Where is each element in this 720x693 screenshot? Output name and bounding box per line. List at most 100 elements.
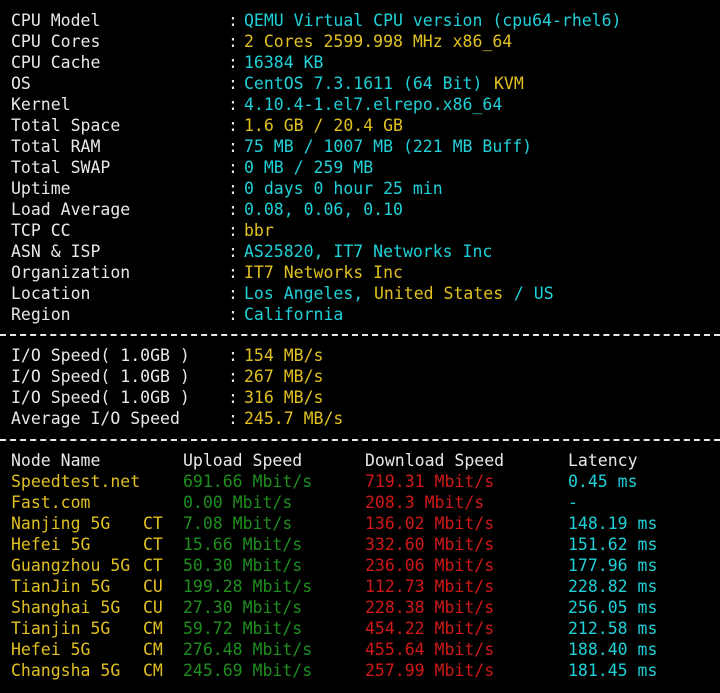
info-value: 75 MB / 1007 MB (221 MB Buff) [244, 137, 533, 156]
info-value: 4.10.4-1.el7.elrepo.x86_64 [244, 95, 503, 114]
info-value: 16384 KB [244, 53, 324, 72]
colon-separator: : [228, 11, 238, 30]
colon-separator: : [228, 74, 238, 93]
info-label: Total RAM [11, 137, 101, 156]
io-speed-row: I/O Speed( 1.0GB ):316 MB/s [0, 387, 720, 408]
colon-separator: : [228, 53, 238, 72]
io-value: 267 MB/s [244, 367, 324, 386]
info-value: bbr [244, 221, 274, 240]
latency-value: 212.58 ms [568, 619, 658, 638]
colon-separator: : [228, 346, 238, 365]
latency-header: Latency [568, 451, 638, 470]
io-label: I/O Speed( 1.0GB ) [11, 388, 190, 407]
info-label: CPU Cores [11, 32, 101, 51]
colon-separator: : [228, 137, 238, 156]
download-speed-header: Download Speed [365, 451, 505, 470]
speedtest-header-row: Node Name Upload Speed Download Speed La… [0, 450, 720, 471]
speedtest-row: Shanghai 5G CU 27.30 Mbit/s 228.38 Mbit/s 25… [0, 597, 720, 618]
info-row: Kernel:4.10.4-1.el7.elrepo.x86_64 [0, 94, 720, 115]
upload-speed-header: Upload Speed [183, 451, 303, 470]
upload-speed: 276.48 Mbit/s [183, 640, 313, 659]
io-label: Average I/O Speed [11, 409, 180, 428]
info-value: 0.08, 0.06, 0.10 [244, 200, 403, 219]
info-row: CPU Cache:16384 KB [0, 52, 720, 73]
speedtest-row: Hefei 5G CT 15.66 Mbit/s 332.60 Mbit/s 151.6… [0, 534, 720, 555]
info-label: Location [11, 284, 91, 303]
io-speed-row: I/O Speed( 1.0GB ):154 MB/s [0, 345, 720, 366]
colon-separator: : [228, 158, 238, 177]
info-label: ASN & ISP [11, 242, 101, 261]
isp-tag: CM [143, 619, 163, 638]
info-row: Region: California [0, 304, 720, 325]
download-speed: 236.06 Mbit/s [365, 556, 495, 575]
latency-value: 177.96 ms [568, 556, 658, 575]
info-value: / US [504, 284, 554, 303]
upload-speed: 245.69 Mbit/s [183, 661, 313, 680]
node-name: Hefei 5G [11, 535, 91, 554]
node-name: Changsha 5G [11, 661, 121, 680]
info-value: 1.6 GB / 20.4 GB [244, 116, 403, 135]
isp-tag: CU [143, 598, 163, 617]
info-label: Total Space [11, 116, 121, 135]
dashed-separator [0, 439, 720, 441]
latency-value: 228.82 ms [568, 577, 658, 596]
colon-separator: : [228, 116, 238, 135]
info-row: Location: Los Angeles, United States / US [0, 283, 720, 304]
colon-separator: : [228, 305, 238, 324]
speedtest-row: TianJin 5G CU 199.28 Mbit/s 112.73 Mbit/s 22… [0, 576, 720, 597]
io-label: I/O Speed( 1.0GB ) [11, 367, 190, 386]
colon-separator: : [228, 179, 238, 198]
node-name: Hefei 5G [11, 640, 91, 659]
colon-separator: : [228, 95, 238, 114]
download-speed: 228.38 Mbit/s [365, 598, 495, 617]
isp-tag: CT [143, 535, 163, 554]
io-value: 245.7 MB/s [244, 409, 344, 428]
info-value: Los Angeles, [244, 284, 374, 303]
info-row: Uptime:0 days 0 hour 25 min [0, 178, 720, 199]
node-name: TianJin 5G [11, 577, 111, 596]
speedtest-row: Hefei 5G CM 276.48 Mbit/s 455.64 Mbit/s 188.… [0, 639, 720, 660]
io-speed-row: Average I/O Speed:245.7 MB/s [0, 408, 720, 429]
colon-separator: : [228, 242, 238, 261]
upload-speed: 691.66 Mbit/s [183, 472, 313, 491]
speedtest-row: Nanjing 5G CT 7.08 Mbit/s 136.02 Mbit/s 148.… [0, 513, 720, 534]
info-row: Load Average:0.08, 0.06, 0.10 [0, 199, 720, 220]
node-name: Tianjin 5G [11, 619, 111, 638]
io-value: 316 MB/s [244, 388, 324, 407]
info-row: OS: CentOS 7.3.1611 (64 Bit) KVM [0, 73, 720, 94]
latency-value: 0.45 ms [568, 472, 638, 491]
download-speed: 136.02 Mbit/s [365, 514, 495, 533]
upload-speed: 27.30 Mbit/s [183, 598, 303, 617]
info-label: Region [11, 305, 71, 324]
io-speed-row: I/O Speed( 1.0GB ):267 MB/s [0, 366, 720, 387]
download-speed: 332.60 Mbit/s [365, 535, 495, 554]
isp-tag: CU [143, 577, 163, 596]
info-row: Total SWAP:0 MB / 259 MB [0, 157, 720, 178]
node-name: Guangzhou 5G [11, 556, 131, 575]
speedtest-row: Fast.com 0.00 Mbit/s 208.3 Mbit/s - [0, 492, 720, 513]
download-speed: 257.99 Mbit/s [365, 661, 495, 680]
info-label: CPU Model [11, 11, 101, 30]
download-speed: 719.31 Mbit/s [365, 472, 495, 491]
colon-separator: : [228, 200, 238, 219]
upload-speed: 59.72 Mbit/s [183, 619, 303, 638]
info-value: QEMU Virtual CPU version (cpu64-rhel6) [244, 11, 622, 30]
latency-value: 188.40 ms [568, 640, 658, 659]
info-label: Organization [11, 263, 131, 282]
node-name: Nanjing 5G [11, 514, 111, 533]
info-label: TCP CC [11, 221, 71, 240]
info-row: ASN & ISP: AS25820, IT7 Networks Inc [0, 241, 720, 262]
info-value: California [244, 305, 344, 324]
info-label: Total SWAP [11, 158, 111, 177]
info-row: Organization: IT7 Networks Inc [0, 262, 720, 283]
node-name: Fast.com [11, 493, 91, 512]
info-row: TCP CC: bbr [0, 220, 720, 241]
upload-speed: 15.66 Mbit/s [183, 535, 303, 554]
upload-speed: 199.28 Mbit/s [183, 577, 313, 596]
isp-tag: CM [143, 640, 163, 659]
terminal-window[interactable]: CPU Model: QEMU Virtual CPU version (cpu6… [0, 0, 720, 693]
info-label: Uptime [11, 179, 71, 198]
info-label: CPU Cache [11, 53, 101, 72]
info-value: CentOS 7.3.1611 (64 Bit) [244, 74, 493, 93]
latency-value: 181.45 ms [568, 661, 658, 680]
